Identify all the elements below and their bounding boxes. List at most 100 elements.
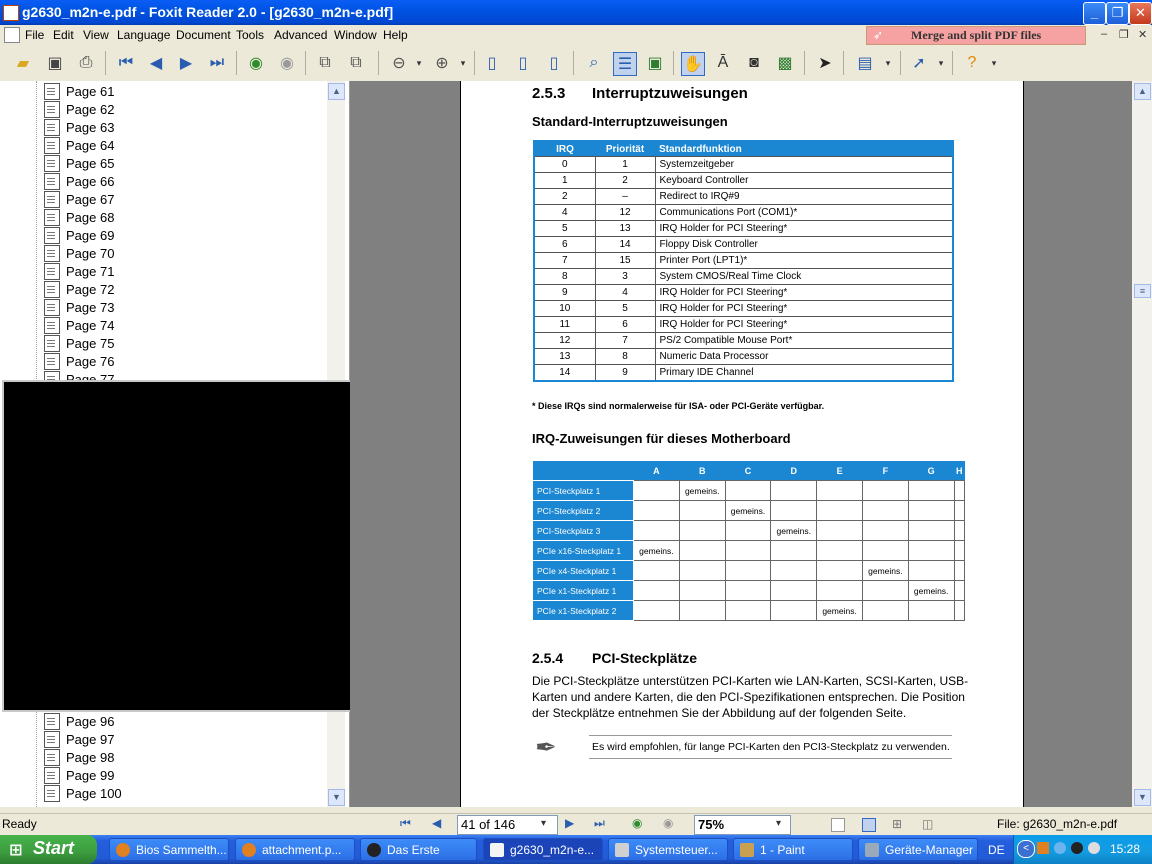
- sidebar-item-page[interactable]: Page 74: [44, 316, 114, 334]
- menu-document[interactable]: Document: [176, 28, 231, 42]
- sidebar-item-page[interactable]: Page 63: [44, 118, 114, 136]
- last-page-icon[interactable]: ⏭: [206, 52, 228, 74]
- zoom-out-icon[interactable]: ⊖: [388, 52, 410, 74]
- tray-player-icon[interactable]: [1071, 842, 1083, 854]
- sidebar-item-page[interactable]: Page 62: [44, 100, 114, 118]
- help-dropdown-icon[interactable]: ▾: [983, 52, 1005, 74]
- sidebar-item-page[interactable]: Page 100: [44, 784, 122, 802]
- form-icon[interactable]: ▤: [854, 52, 876, 74]
- tools-dropdown-icon[interactable]: ▾: [930, 52, 952, 74]
- select-icon[interactable]: ➤: [814, 52, 836, 74]
- cover-icon[interactable]: ◫: [922, 817, 933, 831]
- prev-page-icon[interactable]: ◀: [145, 52, 167, 74]
- single-page-icon[interactable]: ▯: [481, 52, 503, 74]
- title-bar[interactable]: g2630_m2n-e.pdf - Foxit Reader 2.0 - [g2…: [0, 0, 1152, 25]
- sidebar-item-page[interactable]: Page 67: [44, 190, 114, 208]
- bookmarks-icon[interactable]: ☰: [613, 52, 637, 76]
- task-systemsteuerung[interactable]: Systemsteuer...: [608, 838, 728, 861]
- open-icon[interactable]: ▰: [12, 52, 34, 74]
- sidebar-item-page[interactable]: Page 71: [44, 262, 114, 280]
- page-number-field[interactable]: 41 of 146 ▾: [457, 815, 558, 835]
- menu-advanced[interactable]: Advanced: [274, 28, 327, 42]
- zoom-out-dropdown-icon[interactable]: ▾: [408, 52, 430, 74]
- menu-file[interactable]: File: [25, 28, 44, 42]
- next-page-icon[interactable]: ▶: [565, 816, 574, 830]
- form-dropdown-icon[interactable]: ▾: [877, 52, 899, 74]
- sidebar-item-page[interactable]: Page 65: [44, 154, 114, 172]
- text-select-icon[interactable]: Ā: [712, 52, 734, 74]
- menu-help[interactable]: Help: [383, 28, 408, 42]
- task-device-manager[interactable]: Geräte-Manager: [858, 838, 978, 861]
- continuous-icon[interactable]: ▯: [512, 52, 534, 74]
- zoom-in-icon[interactable]: ⊕: [431, 52, 453, 74]
- document-view[interactable]: 2.5.3 Interruptzuweisungen Standard-Inte…: [350, 81, 1132, 807]
- facing-icon[interactable]: ⊞: [892, 817, 902, 831]
- minimize-button[interactable]: _: [1083, 2, 1106, 25]
- task-bios[interactable]: Bios Sammelth...: [109, 838, 229, 861]
- sidebar-item-page[interactable]: Page 73: [44, 298, 114, 316]
- save-icon[interactable]: ▣: [44, 52, 66, 74]
- menu-window[interactable]: Window: [334, 28, 377, 42]
- first-page-icon[interactable]: ⏮: [400, 816, 411, 831]
- forward-icon[interactable]: ◉: [663, 816, 673, 830]
- sidebar-item-page[interactable]: Page 69: [44, 226, 114, 244]
- scroll-up-icon[interactable]: ▲: [1134, 83, 1151, 100]
- language-indicator[interactable]: DE: [988, 843, 1005, 857]
- single-page-icon[interactable]: [831, 818, 845, 832]
- scroll-thumb[interactable]: ≡: [1134, 284, 1151, 298]
- scroll-up-icon[interactable]: ▲: [328, 83, 345, 100]
- copy-icon[interactable]: ⧉: [345, 52, 367, 74]
- image-icon[interactable]: ▩: [774, 52, 796, 74]
- back-icon[interactable]: ◉: [245, 52, 267, 74]
- tools-icon[interactable]: ➚: [908, 52, 930, 74]
- back-icon[interactable]: ◉: [632, 816, 642, 830]
- sidebar-item-page[interactable]: Page 96: [44, 712, 114, 730]
- tray-app-icon[interactable]: [1037, 842, 1049, 854]
- print-icon[interactable]: ⎙: [75, 52, 97, 74]
- sidebar-item-page[interactable]: Page 76: [44, 352, 114, 370]
- task-paint[interactable]: 1 - Paint: [733, 838, 853, 861]
- mdi-close-button[interactable]: ✕: [1138, 28, 1147, 41]
- sidebar-item-page[interactable]: Page 61: [44, 82, 114, 100]
- sidebar-item-page[interactable]: Page 64: [44, 136, 114, 154]
- hand-icon[interactable]: ✋: [681, 52, 705, 76]
- tray-network-icon[interactable]: [1054, 842, 1066, 854]
- task-das-erste[interactable]: Das Erste: [360, 838, 477, 861]
- forward-icon[interactable]: ◉: [276, 52, 298, 74]
- menu-language[interactable]: Language: [117, 28, 170, 42]
- last-page-icon[interactable]: ⏭: [594, 816, 605, 831]
- sidebar-item-page[interactable]: Page 70: [44, 244, 114, 262]
- merge-split-banner[interactable]: ➶ Merge and split PDF files: [866, 26, 1086, 45]
- task-attachment[interactable]: attachment.p...: [235, 838, 355, 861]
- continuous-icon[interactable]: [862, 818, 876, 832]
- prev-page-icon[interactable]: ◀: [432, 816, 441, 830]
- menu-view[interactable]: View: [83, 28, 109, 42]
- maximize-button[interactable]: ❐: [1106, 2, 1129, 25]
- menu-edit[interactable]: Edit: [53, 28, 74, 42]
- sidebar-item-page[interactable]: Page 66: [44, 172, 114, 190]
- thumbnails-icon[interactable]: ▣: [644, 52, 666, 74]
- mdi-minimize-button[interactable]: –: [1101, 28, 1107, 40]
- first-page-icon[interactable]: ⏮: [115, 52, 137, 74]
- find-icon[interactable]: ⌕: [583, 52, 605, 74]
- help-icon[interactable]: ?: [961, 52, 983, 74]
- menu-tools[interactable]: Tools: [236, 28, 264, 42]
- next-page-icon[interactable]: ▶: [175, 52, 197, 74]
- scroll-down-icon[interactable]: ▼: [1134, 789, 1151, 806]
- sidebar-item-page[interactable]: Page 98: [44, 748, 114, 766]
- rotate-icon[interactable]: ⧉: [314, 52, 336, 74]
- chevron-down-icon[interactable]: ▾: [776, 818, 781, 829]
- sidebar-item-page[interactable]: Page 97: [44, 730, 114, 748]
- task-foxit[interactable]: g2630_m2n-e...: [483, 838, 603, 861]
- chevron-left-icon[interactable]: <: [1017, 840, 1035, 858]
- document-scrollbar[interactable]: ▲ ≡ ▼: [1132, 81, 1152, 807]
- scroll-down-icon[interactable]: ▼: [328, 789, 345, 806]
- app-icon[interactable]: [3, 5, 19, 21]
- facing-icon[interactable]: ▯: [543, 52, 565, 74]
- sidebar-item-page[interactable]: Page 72: [44, 280, 114, 298]
- zoom-field[interactable]: 75% ▾: [694, 815, 791, 835]
- sidebar-item-page[interactable]: Page 99: [44, 766, 114, 784]
- zoom-in-dropdown-icon[interactable]: ▾: [452, 52, 474, 74]
- tray-volume-icon[interactable]: [1088, 842, 1100, 854]
- doc-icon[interactable]: [4, 27, 20, 43]
